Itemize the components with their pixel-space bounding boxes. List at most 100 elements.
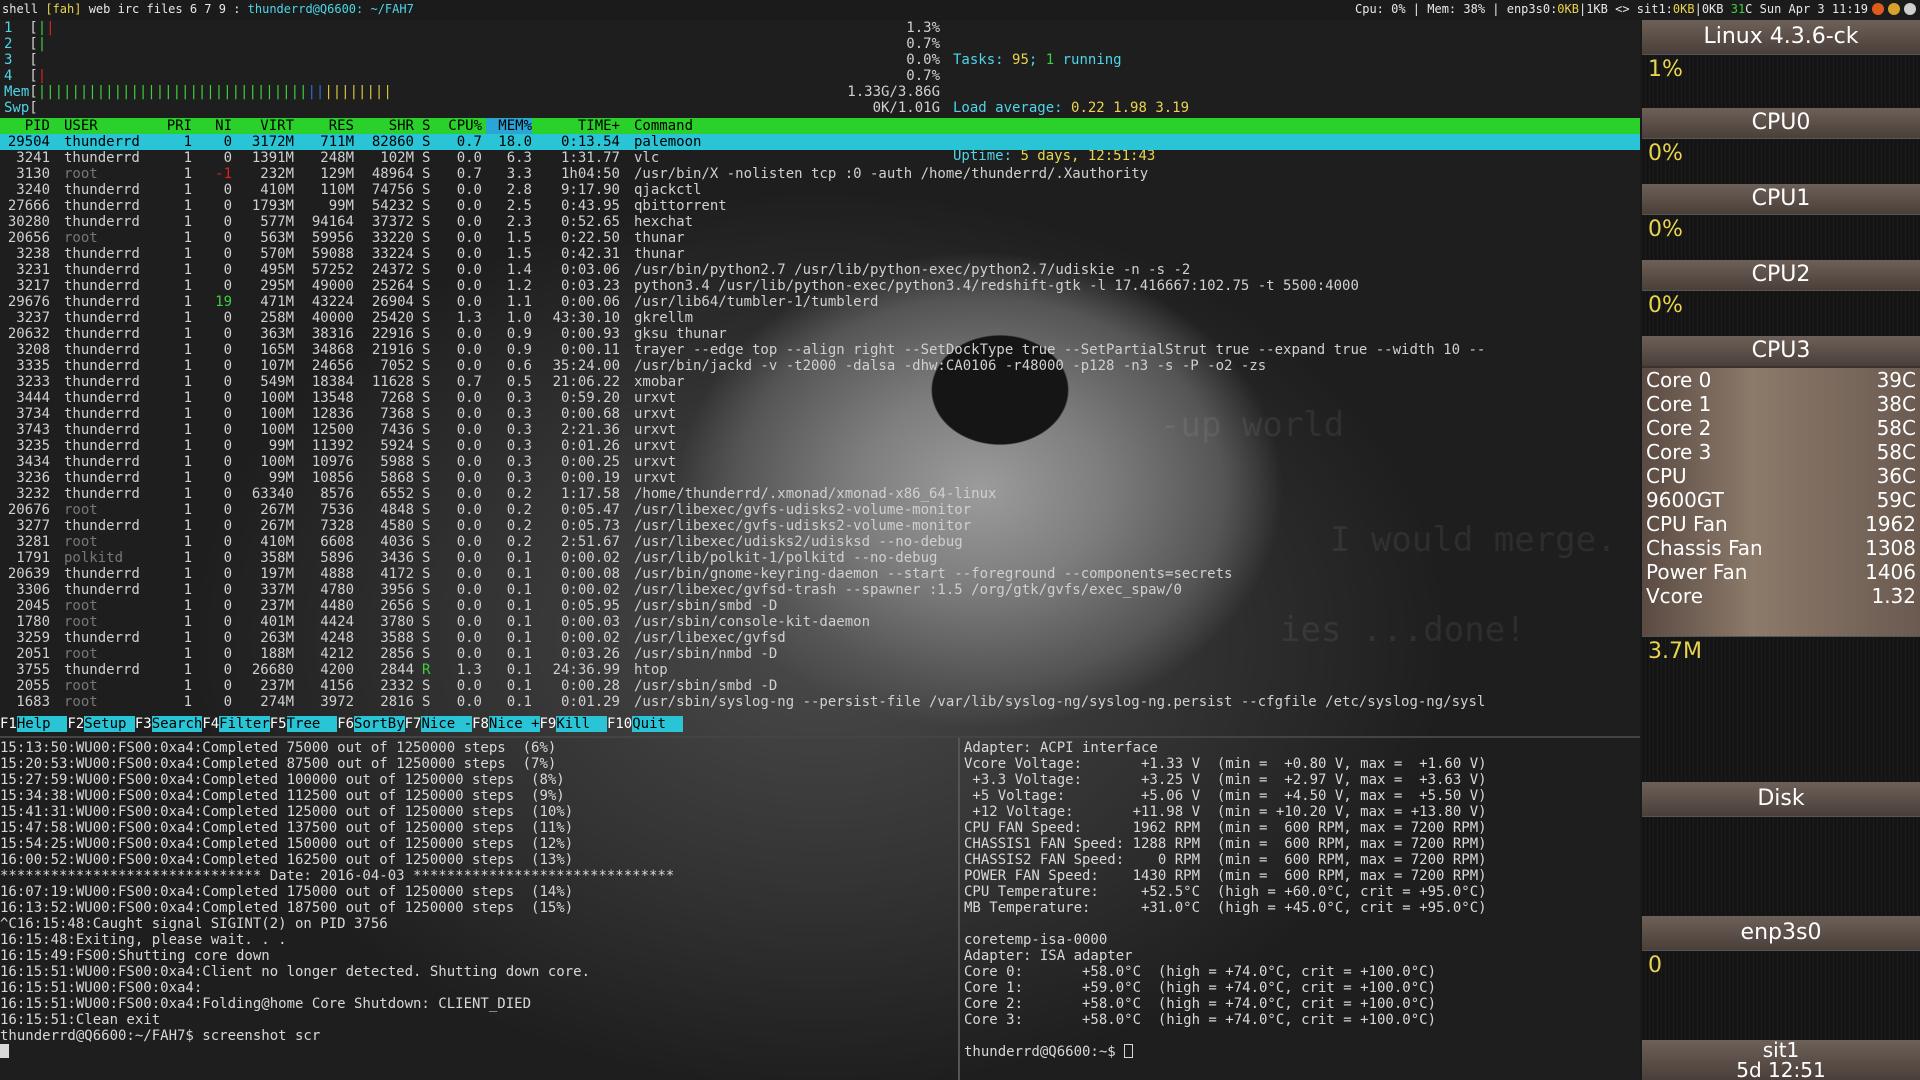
process-row[interactable]: 2045 root 1 0 237M 4480 2656 S 0.0 0.1 0:05.95/usr… <box>0 598 1640 614</box>
process-cmd: trayer --edge top --align right --SetDoc… <box>634 342 1486 358</box>
cpu0-pct: 0% <box>1648 141 1683 166</box>
process-cpu: 0.0 <box>456 470 482 486</box>
process-mem: 0.1 <box>506 614 532 630</box>
process-row[interactable]: 3217 thunderrd 1 0 295M 49000 25264 S 0.0 1.2 0:03… <box>0 278 1640 294</box>
process-row[interactable]: 3259 thunderrd 1 0 263M 4248 3588 S 0.0 0.1 0:00.0… <box>0 630 1640 646</box>
process-cmd: vlc <box>634 150 660 166</box>
process-row[interactable]: 3235 thunderrd 1 0 99M 11392 5924 S 0.0 0.3 0:01.2… <box>0 438 1640 454</box>
process-row[interactable]: 3232 thunderrd 1 0 63340 8576 6552 S 0.0 0.2 1:17.… <box>0 486 1640 502</box>
fkey-key: F8 <box>472 716 489 732</box>
process-row[interactable]: 3240 thunderrd 1 0 410M 110M 74756 S 0.0 2.8 9:17.… <box>0 182 1640 198</box>
process-ni: 0 <box>223 550 232 566</box>
fkey-f1[interactable]: F1Help <box>0 716 68 732</box>
process-row[interactable]: 29676 thunderrd 1 19 471M 43224 26904 S 0.0 1.1 0:… <box>0 294 1640 310</box>
col-ni[interactable]: NI <box>196 118 232 134</box>
process-row[interactable]: 1780 root 1 0 401M 4424 3780 S 0.0 0.1 0:00.03/usr… <box>0 614 1640 630</box>
process-row[interactable]: 27666 thunderrd 1 0 1793M 99M 54232 S 0.0 2.5 0:43… <box>0 198 1640 214</box>
process-s: S <box>422 230 431 246</box>
process-cpu: 0.7 <box>456 166 482 182</box>
fkey-f10[interactable]: F10Quit <box>607 716 683 732</box>
process-cmd: xmobar <box>634 374 685 390</box>
fkey-f2[interactable]: F2Setup <box>67 716 135 732</box>
process-row[interactable]: 3755 thunderrd 1 0 26680 4200 2844 R 1.3 0.1 24:36… <box>0 662 1640 678</box>
workspace-shell[interactable]: shell <box>2 2 45 16</box>
process-virt: 263M <box>260 630 294 646</box>
col-pri[interactable]: PRI <box>160 118 192 134</box>
process-time: 24:36.99 <box>552 662 620 678</box>
col-virt[interactable]: VIRT <box>236 118 294 134</box>
workspace-others[interactable]: web irc files 6 7 9 : <box>81 2 247 16</box>
workspace-fah-active[interactable]: [fah] <box>45 2 81 16</box>
process-row[interactable]: 3306 thunderrd 1 0 337M 4780 3956 S 0.0 0.1 0:00.0… <box>0 582 1640 598</box>
memory-value: 3.7M <box>1648 639 1702 664</box>
fkey-label: SortBy <box>354 716 405 732</box>
process-pri: 1 <box>183 534 192 550</box>
process-row[interactable]: 20676 root 1 0 267M 7536 4848 S 0.0 0.2 0:05.47/us… <box>0 502 1640 518</box>
process-cmd: urxvt <box>634 422 677 438</box>
tray-app-icon[interactable] <box>1872 3 1884 15</box>
process-row[interactable]: 1683 root 1 0 274M 3972 2816 S 0.0 0.1 0:01.29/usr… <box>0 694 1640 710</box>
process-pri: 1 <box>183 262 192 278</box>
col-user[interactable]: USER <box>64 118 98 134</box>
process-pri: 1 <box>183 294 192 310</box>
fkey-f9[interactable]: F9Kill <box>540 716 607 732</box>
fkey-f3[interactable]: F3Search <box>135 716 203 732</box>
fkey-f8[interactable]: F8Nice + <box>472 716 540 732</box>
fah-terminal[interactable]: 15:13:50:WU00:FS00:0xa4:Completed 75000 … <box>0 740 956 1080</box>
fkey-f5[interactable]: F5Tree <box>270 716 338 732</box>
process-shr: 2656 <box>380 598 414 614</box>
process-row[interactable]: 3238 thunderrd 1 0 570M 59088 33224 S 0.0 1.5 0:42… <box>0 246 1640 262</box>
col-command[interactable]: Command <box>634 118 693 134</box>
col-time[interactable]: TIME+ <box>540 118 620 134</box>
process-pid: 1683 <box>16 694 50 710</box>
htop-window[interactable]: 1 [|| 1.3% 2 [| 0.7% 3 [ 0.0% 4 [| 0.7% … <box>0 20 1640 732</box>
process-res: 18384 <box>311 374 354 390</box>
process-row[interactable]: 3743 thunderrd 1 0 100M 12500 7436 S 0.0 0.3 2:21.… <box>0 422 1640 438</box>
process-ni: -1 <box>215 166 232 182</box>
fkey-f6[interactable]: F6SortBy <box>337 716 405 732</box>
process-row[interactable]: 1791 polkitd 1 0 358M 5896 3436 S 0.0 0.1 0:00.02 /… <box>0 550 1640 566</box>
process-s: S <box>422 454 431 470</box>
process-row[interactable]: 3734 thunderrd 1 0 100M 12836 7368 S 0.0 0.3 0:00.… <box>0 406 1640 422</box>
process-user: thunderrd <box>64 310 140 326</box>
process-row[interactable]: 3231 thunderrd 1 0 495M 57252 24372 S 0.0 1.4 0:03… <box>0 262 1640 278</box>
fkey-f4[interactable]: F4Filter <box>202 716 270 732</box>
process-row[interactable]: 3237 thunderrd 1 0 258M 40000 25420 S 1.3 1.0 43:3… <box>0 310 1640 326</box>
process-row-selected[interactable]: 29504 thunderrd 1 0 3172M 711M 82860 S 0.7 18.0 0:… <box>0 134 1640 150</box>
process-row[interactable]: 20656 root 1 0 563M 59956 33220 S 0.0 1.5 0:22.50 t… <box>0 230 1640 246</box>
process-row[interactable]: 20632 thunderrd 1 0 363M 38316 22916 S 0.0 0.9 0:0… <box>0 326 1640 342</box>
gkrellm-monitor: Linux 4.3.6-ck 1% CPU0 0% CPU1 0% CPU2 0… <box>1642 20 1920 1080</box>
process-row[interactable]: 3130 root 1 -1 232M 129M 48964 S 0.7 3.3 1h04:50/u… <box>0 166 1640 182</box>
process-row[interactable]: 3434 thunderrd 1 0 100M 10976 5988 S 0.0 0.3 0:00.… <box>0 454 1640 470</box>
process-time: 0:05.95 <box>560 598 620 614</box>
process-row[interactable]: 3236 thunderrd 1 0 99M 10856 5868 S 0.0 0.3 0:00.1… <box>0 470 1640 486</box>
col-shr[interactable]: SHR <box>358 118 414 134</box>
process-cpu: 0.0 <box>456 614 482 630</box>
process-row[interactable]: 3281 root 1 0 410M 6608 4036 S 0.0 0.2 2:51.67/usr… <box>0 534 1640 550</box>
process-cpu: 1.3 <box>456 310 482 326</box>
process-row[interactable]: 2051 root 1 0 188M 4212 2856 S 0.0 0.1 0:03.26/usr… <box>0 646 1640 662</box>
fkey-f7[interactable]: F7Nice - <box>405 716 473 732</box>
process-row[interactable]: 3233 thunderrd 1 0 549M 18384 11628 S 0.7 0.5 21:0… <box>0 374 1640 390</box>
process-row[interactable]: 3208 thunderrd 1 0 165M 34868 21916 S 0.0 0.9 0:00… <box>0 342 1640 358</box>
process-row[interactable]: 3277 thunderrd 1 0 267M 7328 4580 S 0.0 0.2 0:05.7… <box>0 518 1640 534</box>
col-pid[interactable]: PID <box>0 118 50 134</box>
cpu2-chart: 0% <box>1642 290 1920 338</box>
col-state[interactable]: S <box>422 118 430 134</box>
process-row[interactable]: 3241 thunderrd 1 0 1391M 248M 102M S 0.0 6.3 1:31.… <box>0 150 1640 166</box>
workspace-list[interactable]: shell [fah] web irc files 6 7 9 : thunde… <box>2 0 414 18</box>
sensors-terminal[interactable]: Adapter: ACPI interface Vcore Voltage: +1… <box>964 740 1640 1080</box>
process-pid: 3444 <box>16 390 50 406</box>
col-cpu[interactable]: CPU% <box>436 118 482 134</box>
sensor-name: Core 3 <box>1646 440 1712 464</box>
process-row[interactable]: 2055 root 1 0 237M 4156 2332 S 0.0 0.1 0:00.28/usr… <box>0 678 1640 694</box>
tray-network-icon[interactable] <box>1888 3 1900 15</box>
process-row[interactable]: 20639 thunderrd 1 0 197M 4888 4172 S 0.0 0.1 0:00.… <box>0 566 1640 582</box>
col-res[interactable]: RES <box>296 118 354 134</box>
process-row[interactable]: 3335 thunderrd 1 0 107M 24656 7052 S 0.0 0.6 35:24… <box>0 358 1640 374</box>
tray-volume-icon[interactable] <box>1904 3 1916 15</box>
process-row[interactable]: 30280 thunderrd 1 0 577M 94164 37372 S 0.0 2.3 0:5… <box>0 214 1640 230</box>
disk-title: Disk <box>1642 782 1920 816</box>
col-mem-sorted[interactable]: MEM% <box>486 118 532 134</box>
process-row[interactable]: 3444 thunderrd 1 0 100M 13548 7268 S 0.0 0.3 0:59.… <box>0 390 1640 406</box>
